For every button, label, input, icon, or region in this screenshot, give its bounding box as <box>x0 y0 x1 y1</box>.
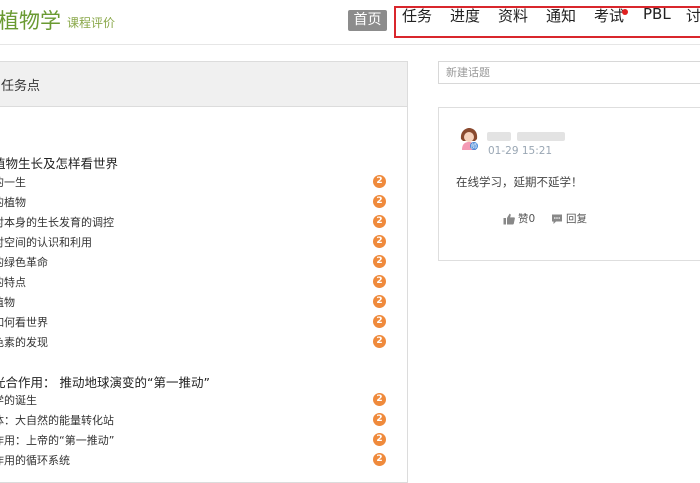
user-avatar-icon: 師 <box>460 128 478 151</box>
task-count-badge: 2 <box>373 235 386 248</box>
lesson-item[interactable]: 的特点 2 <box>0 274 393 292</box>
task-panel-title: 任务点 <box>1 79 41 94</box>
new-topic-input[interactable]: 新建话题 <box>438 61 700 84</box>
lesson-item[interactable]: 的绿色革命 2 <box>0 254 393 272</box>
author-name-blurred <box>487 132 511 141</box>
post-content: 在线学习，延期不延学！ <box>456 175 583 189</box>
lesson-label[interactable]: 的一生 <box>0 174 26 190</box>
task-count-badge: 2 <box>373 315 386 328</box>
course-title[interactable]: 植物学 <box>0 5 61 35</box>
lesson-label[interactable]: 的植物 <box>0 194 26 210</box>
lesson-label[interactable]: 植物 <box>0 294 15 310</box>
svg-text:師: 師 <box>471 143 477 151</box>
lesson-item[interactable]: 的一生 2 <box>0 174 393 192</box>
lesson-item[interactable]: 如何看世界 2 <box>0 314 393 332</box>
nav-tab-notices[interactable]: 通知 <box>546 5 576 26</box>
lesson-item[interactable]: 作用的循环系统 2 <box>0 452 393 470</box>
lesson-label[interactable]: 作用：上帝的“第一推动” <box>0 432 114 448</box>
task-count-badge: 2 <box>373 275 386 288</box>
nav-tab-exams[interactable]: 考试 <box>594 5 624 26</box>
task-count-badge: 2 <box>373 175 386 188</box>
lesson-label[interactable]: 作用的循环系统 <box>0 452 70 468</box>
task-count-badge: 2 <box>373 335 386 348</box>
reply-button[interactable]: 回复 <box>551 211 587 226</box>
like-button[interactable]: 赞0 <box>503 211 535 226</box>
lesson-item[interactable]: 学的诞生 2 <box>0 392 393 410</box>
lesson-item[interactable]: 对空间的认识和利用 2 <box>0 234 393 252</box>
task-count-badge: 2 <box>373 195 386 208</box>
exam-notification-dot <box>622 9 628 15</box>
author-name-blurred <box>517 132 565 141</box>
lesson-label[interactable]: 对本身的生长发育的调控 <box>0 214 114 230</box>
lesson-item[interactable]: 的植物 2 <box>0 194 393 212</box>
nav-tab-tasks[interactable]: 任务 <box>402 5 432 26</box>
avatar[interactable]: 師 <box>458 127 480 151</box>
lesson-label[interactable]: 的特点 <box>0 274 26 290</box>
lesson-label[interactable]: 的绿色革命 <box>0 254 48 270</box>
lesson-label[interactable]: 对空间的认识和利用 <box>0 234 92 250</box>
task-count-badge: 2 <box>373 433 386 446</box>
home-tab[interactable]: 首页 <box>348 10 387 31</box>
task-panel: 任务点 植物生长及怎样看世界 的一生 2 的植物 2 对本身的生长发育的调控 2 对空… <box>0 61 408 483</box>
task-panel-header: 任务点 <box>0 62 407 107</box>
lesson-item[interactable]: 体：大自然的能量转化站 2 <box>0 412 393 430</box>
nav-tab-discussion[interactable]: 讨 <box>686 5 700 26</box>
discussion-post-card: 師 01-29 15:21 在线学习，延期不延学！ 赞0 回复 <box>438 107 700 261</box>
task-count-badge: 2 <box>373 413 386 426</box>
reply-label: 回复 <box>566 213 587 225</box>
task-count-badge: 2 <box>373 393 386 406</box>
lesson-item[interactable]: 色素的发现 2 <box>0 334 393 352</box>
like-count-label: 赞0 <box>518 213 536 225</box>
lesson-label[interactable]: 色素的发现 <box>0 334 48 350</box>
nav-tab-progress[interactable]: 进度 <box>450 5 480 26</box>
chapter-title: 植物生长及怎样看世界 <box>0 156 119 171</box>
task-count-badge: 2 <box>373 295 386 308</box>
task-count-badge: 2 <box>373 255 386 268</box>
lesson-item[interactable]: 对本身的生长发育的调控 2 <box>0 214 393 232</box>
lesson-item[interactable]: 植物 2 <box>0 294 393 312</box>
thumbs-up-icon <box>503 213 515 225</box>
chapter-title: 光合作用： 推动地球演变的“第一推动” <box>0 375 210 390</box>
post-timestamp: 01-29 15:21 <box>488 145 553 157</box>
nav-tab-pbl[interactable]: PBL <box>643 5 671 23</box>
lesson-label[interactable]: 如何看世界 <box>0 314 48 330</box>
lesson-item[interactable]: 作用：上帝的“第一推动” 2 <box>0 432 393 450</box>
course-header: 植物学 课程评价 首页 任务 进度 资料 通知 考试 PBL 讨 <box>0 0 700 45</box>
lesson-label[interactable]: 体：大自然的能量转化站 <box>0 412 114 428</box>
task-count-badge: 2 <box>373 453 386 466</box>
comment-icon <box>552 214 562 224</box>
lesson-label[interactable]: 学的诞生 <box>0 392 37 408</box>
task-count-badge: 2 <box>373 215 386 228</box>
course-evaluation-link[interactable]: 课程评价 <box>67 14 115 31</box>
nav-tab-materials[interactable]: 资料 <box>498 5 528 26</box>
